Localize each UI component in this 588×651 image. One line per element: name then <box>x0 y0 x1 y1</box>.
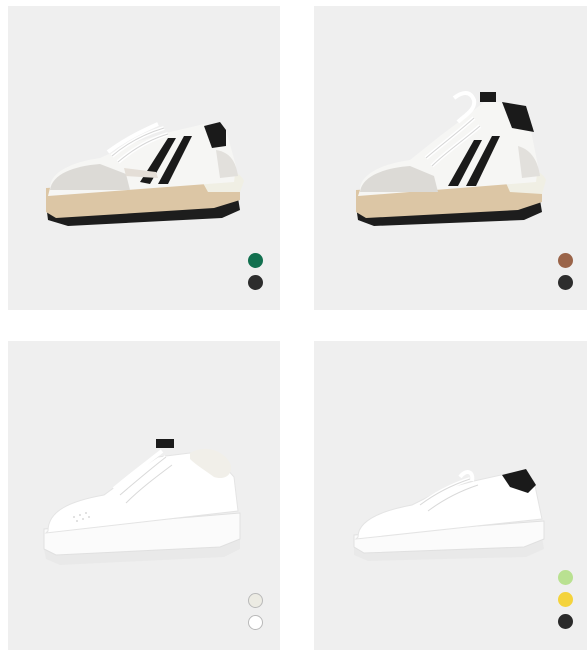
color-swatch-black[interactable] <box>248 275 263 290</box>
product-image <box>353 469 545 561</box>
color-swatch-green[interactable] <box>248 253 263 268</box>
color-swatch-lime[interactable] <box>558 570 573 585</box>
color-swatch-yellow[interactable] <box>558 592 573 607</box>
product-card[interactable] <box>8 6 280 310</box>
color-swatch-black[interactable] <box>558 614 573 629</box>
color-swatches <box>248 593 263 630</box>
product-image <box>46 122 244 226</box>
color-swatch-beige[interactable] <box>248 593 263 608</box>
product-image <box>43 439 241 565</box>
color-swatch-white[interactable] <box>248 615 263 630</box>
color-swatch-black[interactable] <box>558 275 573 290</box>
color-swatches <box>248 253 263 290</box>
product-grid <box>0 0 588 651</box>
product-card[interactable] <box>314 341 587 650</box>
color-swatches <box>558 253 573 290</box>
color-swatch-brown[interactable] <box>558 253 573 268</box>
product-card[interactable] <box>8 341 280 650</box>
product-card[interactable] <box>314 6 587 310</box>
product-image <box>356 91 546 226</box>
color-swatches <box>558 570 573 629</box>
